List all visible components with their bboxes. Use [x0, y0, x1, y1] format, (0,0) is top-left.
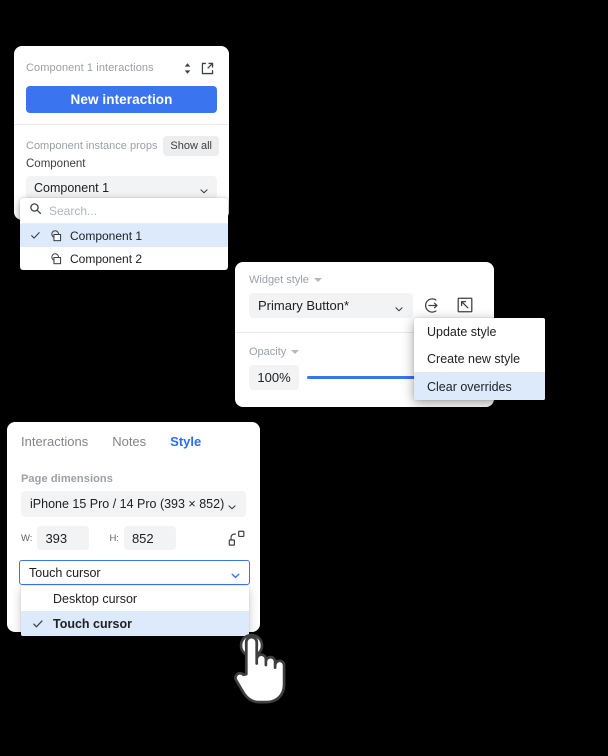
touch-hand-cursor-icon: [228, 632, 294, 714]
panel-divider: [14, 124, 229, 125]
aspect-ratio-unlink-icon[interactable]: [224, 526, 248, 550]
tab-interactions[interactable]: Interactions: [21, 434, 88, 449]
widget-style-label: Widget style: [249, 274, 309, 286]
widget-style-label-row: Widget style: [249, 274, 322, 286]
component-search-row: [20, 198, 228, 224]
cursor-option-label: Touch cursor: [53, 616, 132, 631]
cursor-option-touch[interactable]: Touch cursor: [21, 611, 249, 636]
component-options-dropdown: Component 1 Component 2: [20, 198, 228, 270]
opacity-label: Opacity: [249, 346, 287, 358]
widget-style-value: Primary Button*: [258, 298, 350, 313]
component-select-value: Component 1: [34, 180, 110, 195]
triangle-down-icon[interactable]: [313, 278, 322, 282]
width-height-row: W: H:: [21, 526, 176, 550]
new-interaction-button[interactable]: New interaction: [26, 86, 217, 113]
page-dimensions-label: Page dimensions: [21, 473, 113, 485]
menu-item-update-style[interactable]: Update style: [414, 318, 545, 345]
menu-item-create-new-style[interactable]: Create new style: [414, 345, 545, 372]
page-dimensions-preset-select[interactable]: iPhone 15 Pro / 14 Pro (393 × 852): [21, 491, 246, 517]
arrow-into-circle-icon[interactable]: [421, 294, 443, 316]
chevron-down-icon: [227, 499, 237, 510]
tab-notes[interactable]: Notes: [112, 434, 146, 449]
component-instance-props-row: Component instance props Show all: [26, 136, 219, 156]
chevron-up-down-icon[interactable]: [177, 58, 197, 78]
tab-style[interactable]: Style: [170, 434, 201, 449]
list-item[interactable]: Component 2: [20, 247, 228, 270]
style-panel: Interactions Notes Style Page dimensions…: [7, 422, 260, 636]
chevron-down-icon: [199, 183, 209, 193]
opacity-label-row: Opacity: [249, 346, 300, 358]
height-input[interactable]: [123, 526, 176, 550]
check-icon: [31, 618, 45, 630]
component-icon: [48, 252, 64, 266]
props-label: Component instance props: [26, 140, 158, 152]
component-icon: [48, 229, 64, 243]
check-icon: [29, 230, 42, 241]
cursor-type-value: Touch cursor: [29, 565, 101, 580]
widget-style-select[interactable]: Primary Button*: [249, 293, 413, 318]
component-field-label: Component: [26, 158, 86, 170]
component-interactions-panel: Component 1 interactions New interaction…: [14, 46, 229, 220]
list-item-label: Component 1: [70, 228, 143, 243]
show-all-button[interactable]: Show all: [163, 136, 219, 156]
width-label: W:: [21, 532, 33, 544]
arrow-to-corner-box-icon[interactable]: [454, 294, 476, 316]
search-icon: [29, 202, 42, 220]
chevron-down-icon: [394, 301, 404, 311]
cursor-option-desktop[interactable]: Desktop cursor: [21, 586, 249, 611]
list-item-label: Component 2: [70, 251, 143, 266]
panel-header: Component 1 interactions: [14, 46, 229, 78]
height-label: H:: [109, 532, 119, 544]
component-search-input[interactable]: [49, 203, 219, 218]
cursor-option-label: Desktop cursor: [53, 591, 138, 606]
panel-tabs: Interactions Notes Style: [21, 434, 201, 449]
list-item[interactable]: Component 1: [20, 224, 228, 247]
cursor-type-select[interactable]: Touch cursor: [19, 560, 250, 585]
menu-item-clear-overrides[interactable]: Clear overrides: [414, 373, 545, 400]
panel-title: Component 1 interactions: [26, 62, 154, 74]
screenshot-canvas: Component 1 interactions New interaction…: [0, 0, 608, 756]
chevron-down-icon: [230, 568, 240, 578]
triangle-down-icon[interactable]: [291, 350, 300, 354]
external-link-icon[interactable]: [197, 58, 217, 78]
cursor-options-dropdown: Desktop cursor Touch cursor: [21, 586, 249, 636]
style-context-menu: Update style Create new style Clear over…: [414, 318, 545, 400]
width-input[interactable]: [37, 526, 90, 550]
page-dimensions-preset-value: iPhone 15 Pro / 14 Pro (393 × 852): [30, 497, 225, 511]
component-select[interactable]: Component 1: [26, 176, 217, 199]
opacity-value-input[interactable]: 100%: [249, 365, 299, 390]
